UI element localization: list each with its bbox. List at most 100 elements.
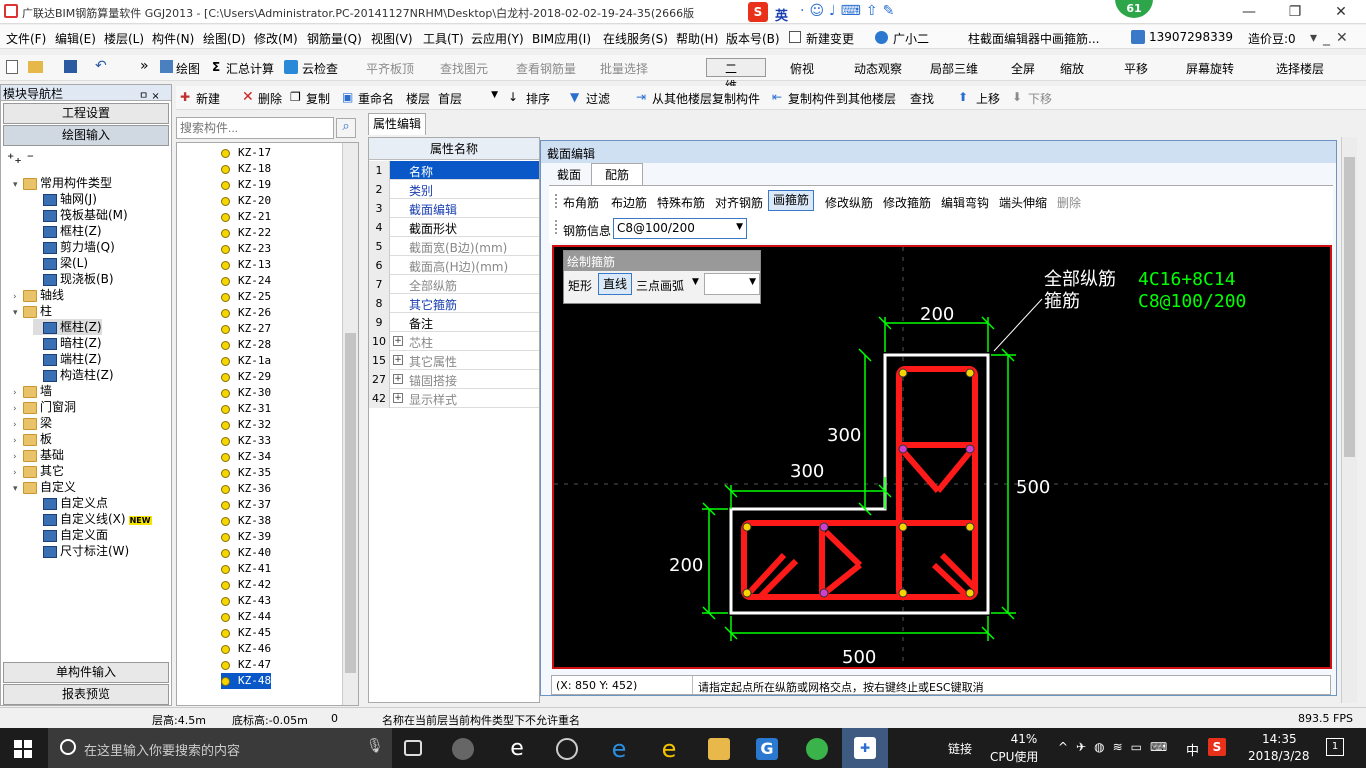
nav-tree-item[interactable]: › 墙: [13, 383, 52, 399]
list-scrollbar[interactable]: [342, 143, 358, 705]
expand-plus-icon[interactable]: +: [393, 355, 403, 365]
nav-tree-item[interactable]: › 门窗洞: [13, 399, 76, 415]
component-list-item[interactable]: KZ-41: [221, 561, 271, 577]
nav-tree-item[interactable]: 端柱(Z): [33, 351, 102, 367]
component-list-item[interactable]: KZ-28: [221, 337, 271, 353]
rename-button[interactable]: 重命名: [358, 90, 394, 107]
menu-new-change[interactable]: 新建变更: [806, 30, 854, 47]
property-row[interactable]: 5 截面宽(B边)(mm): [369, 237, 539, 256]
nav-tree-item[interactable]: 框柱(Z): [33, 223, 102, 239]
property-row[interactable]: 42 + 显示样式: [369, 389, 539, 408]
notification-icon[interactable]: 1: [1326, 738, 1344, 756]
glodon-app-icon[interactable]: G: [756, 738, 778, 760]
rotate-button[interactable]: 屏幕旋转: [1186, 60, 1234, 77]
nav-tree-item[interactable]: ▾ 常用构件类型: [13, 175, 112, 191]
single-input-button[interactable]: 单构件输入: [3, 662, 169, 683]
menu-help[interactable]: 帮助(H): [676, 30, 718, 47]
property-row[interactable]: 2 类别: [369, 180, 539, 199]
rect-mode-button[interactable]: 矩形: [568, 277, 592, 294]
filter-button[interactable]: 过滤: [586, 90, 610, 107]
menu-tip[interactable]: 柱截面编辑器中画箍筋...: [968, 30, 1099, 47]
active-app-tile[interactable]: ✚: [842, 728, 888, 768]
score-badge[interactable]: 61: [1115, 0, 1153, 18]
corner-rebar-button[interactable]: 布角筋: [563, 194, 599, 211]
tab-reinforcement[interactable]: 配筋: [591, 163, 643, 185]
nav-tree-item[interactable]: 框柱(Z): [33, 319, 102, 335]
mic-icon[interactable]: 🎙: [366, 738, 384, 754]
property-row[interactable]: 1 名称: [369, 161, 539, 180]
property-row[interactable]: 27 + 锚固搭接: [369, 370, 539, 389]
nav-tree-item[interactable]: ▾ 柱: [13, 303, 52, 319]
expand-plus-icon[interactable]: +: [393, 336, 403, 346]
arc-mode-button[interactable]: 三点画弧: [636, 277, 684, 294]
cloud-check-button[interactable]: 云检查: [302, 60, 338, 77]
menu-rebar[interactable]: 钢筋量(Q): [307, 30, 362, 47]
draw-input-button[interactable]: 绘图输入: [3, 125, 169, 146]
view-rebar-button[interactable]: 查看钢筋量: [516, 60, 576, 77]
menu-edit[interactable]: 编辑(E): [55, 30, 96, 47]
component-list-item[interactable]: KZ-33: [221, 433, 271, 449]
sum-button[interactable]: 汇总计算: [226, 60, 274, 77]
report-preview-button[interactable]: 报表预览: [3, 684, 169, 705]
component-list-item[interactable]: KZ-18: [221, 161, 271, 177]
component-list-item[interactable]: KZ-22: [221, 225, 271, 241]
dynamic-view-button[interactable]: 动态观察: [854, 60, 902, 77]
nav-tree-item[interactable]: › 板: [13, 431, 52, 447]
component-list-item[interactable]: KZ-45: [221, 625, 271, 641]
component-list-item[interactable]: KZ-44: [221, 609, 271, 625]
pan-button[interactable]: 平移: [1124, 60, 1148, 77]
component-list-item[interactable]: KZ-25: [221, 289, 271, 305]
link-label[interactable]: 链接: [948, 740, 972, 757]
windows-start-icon[interactable]: [14, 740, 32, 758]
move-down-button[interactable]: 下移: [1028, 90, 1052, 107]
menu-view[interactable]: 视图(V): [371, 30, 413, 47]
component-list-item[interactable]: KZ-47: [221, 657, 271, 673]
find-element-button[interactable]: 查找图元: [440, 60, 488, 77]
expand-plus-icon[interactable]: +: [393, 393, 403, 403]
new-component-button[interactable]: 新建: [196, 90, 220, 107]
property-row[interactable]: 9 备注: [369, 313, 539, 332]
flat-top-button[interactable]: 平齐板顶: [366, 60, 414, 77]
menu-assistant[interactable]: 广小二: [893, 30, 929, 47]
local-3d-button[interactable]: 局部三维: [930, 60, 978, 77]
nav-tree-item[interactable]: ▾ 自定义: [13, 479, 76, 495]
copy-to-floor-button[interactable]: 复制构件到其他楼层: [788, 90, 896, 107]
component-list-item[interactable]: KZ-40: [221, 545, 271, 561]
explorer-icon[interactable]: [708, 738, 730, 760]
swirl-app-icon[interactable]: [556, 738, 578, 760]
tray-icons[interactable]: ^✈◍≋▭⌨: [1058, 740, 1175, 754]
nav-tree-item[interactable]: 自定义点: [33, 495, 108, 511]
nav-tree-item[interactable]: 构造柱(Z): [33, 367, 114, 383]
menu-online[interactable]: 在线服务(S): [603, 30, 668, 47]
component-list-item[interactable]: KZ-27: [221, 321, 271, 337]
task-view-icon[interactable]: [404, 740, 422, 756]
delete-button[interactable]: 删除: [258, 90, 282, 107]
property-row[interactable]: 3 截面编辑: [369, 199, 539, 218]
edge-icon[interactable]: e: [608, 737, 630, 761]
component-list-item[interactable]: KZ-48: [221, 673, 272, 689]
ie-old-icon[interactable]: e: [506, 738, 528, 760]
search-field[interactable]: [180, 121, 330, 135]
fullscreen-button[interactable]: 全屏: [1011, 60, 1035, 77]
menu-phone[interactable]: 13907298339: [1149, 30, 1233, 44]
component-list-item[interactable]: KZ-13: [221, 257, 271, 273]
find-button[interactable]: 查找: [910, 90, 934, 107]
nav-tree-item[interactable]: › 其它: [13, 463, 64, 479]
modify-long-rebar-button[interactable]: 修改纵筋: [825, 194, 873, 211]
component-list-item[interactable]: KZ-1a: [221, 353, 271, 369]
ime-tools[interactable]: ·☺♩⌨⇧✎: [800, 3, 899, 19]
drawing-canvas[interactable]: 200 300 300 500 200 500 全部纵筋 箍筋 4C16+8C1…: [552, 245, 1332, 669]
edit-hook-button[interactable]: 编辑弯钩: [941, 194, 989, 211]
nav-tree-item[interactable]: › 梁: [13, 415, 52, 431]
draw-button[interactable]: 绘图: [176, 60, 200, 77]
nav-tree-item[interactable]: 剪力墙(Q): [33, 239, 115, 255]
component-list-item[interactable]: KZ-34: [221, 449, 271, 465]
menu-beans[interactable]: 造价豆:0: [1248, 30, 1296, 47]
input-lang[interactable]: 中: [1186, 740, 1199, 759]
fan-app-icon[interactable]: [452, 738, 474, 760]
property-row[interactable]: 4 截面形状: [369, 218, 539, 237]
nav-tree-item[interactable]: 梁(L): [33, 255, 88, 271]
component-list-item[interactable]: KZ-30: [221, 385, 271, 401]
nav-tree-item[interactable]: 现浇板(B): [33, 271, 114, 287]
ime-mode[interactable]: 英: [775, 5, 788, 24]
